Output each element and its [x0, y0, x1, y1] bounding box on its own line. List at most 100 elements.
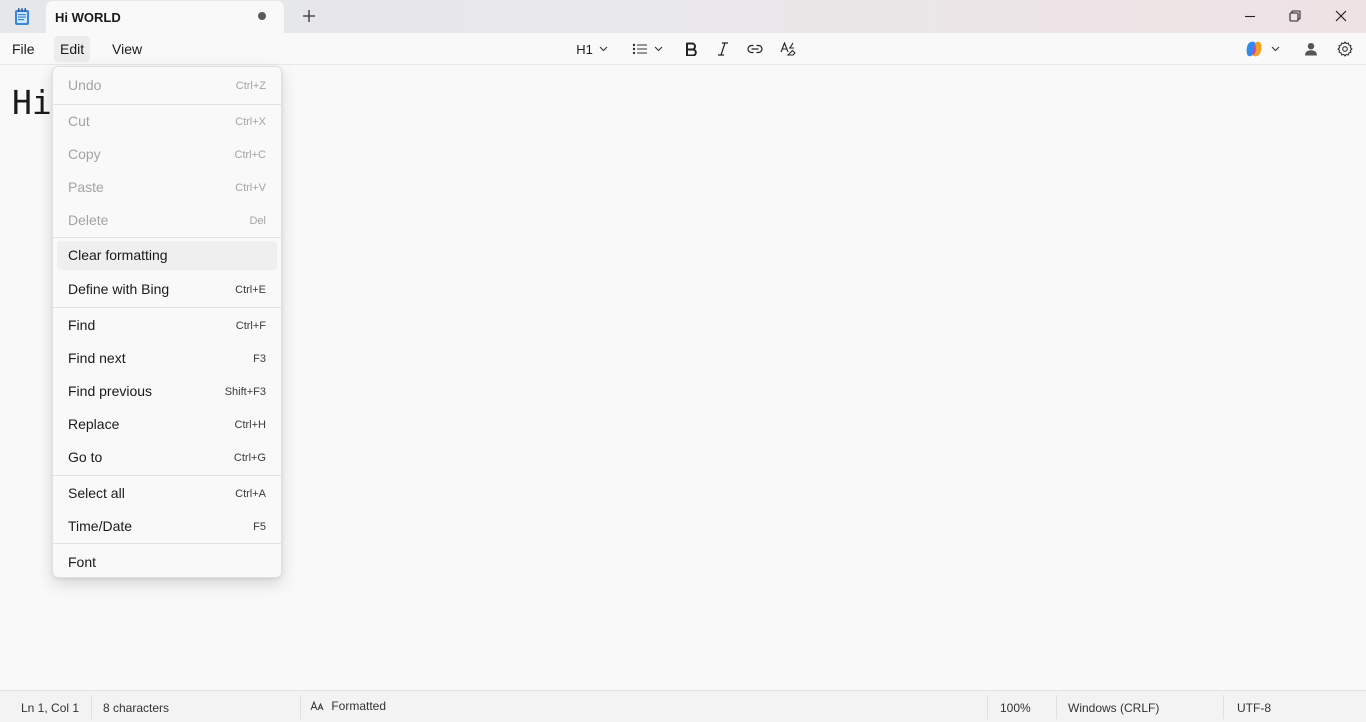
- line-ending[interactable]: Windows (CRLF): [1068, 701, 1159, 715]
- text-format-icon: [310, 700, 324, 711]
- menu-separator: [53, 475, 281, 476]
- account-button[interactable]: [1302, 38, 1320, 60]
- person-icon: [1305, 43, 1317, 56]
- clear-formatting-button[interactable]: [778, 38, 798, 60]
- menu-item-shortcut: Ctrl+E: [235, 284, 266, 296]
- menu-item-label: Copy: [68, 146, 101, 162]
- edit-menu-dropdown: Undo Ctrl+Z Cut Ctrl+X Copy Ctrl+C Paste…: [52, 66, 282, 578]
- menu-item-label: Font: [68, 554, 97, 570]
- menu-bar: File Edit View H1: [0, 33, 1366, 65]
- copilot-icon: [1246, 41, 1261, 57]
- menu-item-undo[interactable]: Undo Ctrl+Z: [57, 71, 277, 100]
- close-icon: [1335, 10, 1347, 22]
- menu-item-label: Time/Date: [68, 518, 133, 534]
- menu-item-label: Define with Bing: [68, 281, 170, 297]
- minimize-icon: [1245, 15, 1255, 18]
- tab-title: Hi WORLD: [55, 10, 121, 25]
- status-separator: [1056, 695, 1057, 719]
- menu-separator: [53, 237, 281, 238]
- document-text[interactable]: Hi: [12, 81, 52, 125]
- menu-item-shortcut: F5: [253, 521, 266, 533]
- chevron-down-icon: [599, 46, 608, 52]
- menu-separator: [53, 543, 281, 544]
- italic-button[interactable]: [714, 38, 732, 60]
- menu-separator: [53, 104, 281, 105]
- menu-item-label: Undo: [68, 77, 102, 93]
- menu-item-find-previous[interactable]: Find previous Shift+F3: [57, 377, 277, 406]
- character-count: 8 characters: [103, 701, 170, 715]
- bulleted-list-icon: [632, 43, 647, 55]
- clear-formatting-icon: [780, 42, 796, 56]
- menu-view[interactable]: View: [106, 36, 148, 62]
- restore-icon: [1289, 10, 1301, 22]
- list-dropdown[interactable]: [628, 38, 666, 60]
- menu-item-go-to[interactable]: Go to Ctrl+G: [57, 443, 277, 472]
- unsaved-dot-icon[interactable]: [258, 12, 266, 20]
- new-tab-button[interactable]: [299, 6, 319, 26]
- heading-label: H1: [576, 41, 593, 57]
- document-tab[interactable]: Hi WORLD: [46, 1, 284, 33]
- status-separator: [300, 695, 301, 719]
- menu-item-shortcut: Ctrl+H: [234, 419, 266, 431]
- cursor-position: Ln 1, Col 1: [21, 701, 80, 715]
- chevron-down-icon: [654, 46, 662, 52]
- menu-item-shortcut: Ctrl+C: [234, 149, 266, 161]
- italic-icon: [718, 42, 728, 56]
- notepad-app-icon: [13, 7, 31, 26]
- minimize-button[interactable]: [1238, 4, 1262, 28]
- menu-item-select-all[interactable]: Select all Ctrl+A: [57, 479, 277, 508]
- menu-item-label: Delete: [68, 212, 109, 228]
- gear-icon: [1337, 41, 1353, 57]
- menu-separator: [53, 307, 281, 308]
- encoding[interactable]: UTF-8: [1237, 701, 1271, 715]
- menu-item-font[interactable]: Font: [57, 548, 277, 577]
- title-bar: Hi WORLD: [0, 0, 1366, 33]
- zoom-level[interactable]: 100%: [1000, 701, 1031, 715]
- formatting-label: Formatted: [331, 699, 387, 713]
- menu-item-label: Find previous: [68, 383, 153, 399]
- status-separator: [91, 695, 92, 719]
- menu-item-time-date[interactable]: Time/Date F5: [57, 512, 277, 541]
- menu-item-delete[interactable]: Delete Del: [57, 206, 277, 235]
- menu-item-label: Go to: [68, 449, 103, 465]
- menu-item-shortcut: Ctrl+V: [235, 182, 266, 194]
- settings-button[interactable]: [1336, 38, 1354, 60]
- menu-item-label: Cut: [68, 113, 90, 129]
- menu-item-find[interactable]: Find Ctrl+F: [57, 311, 277, 340]
- maximize-button[interactable]: [1283, 4, 1307, 28]
- menu-item-paste[interactable]: Paste Ctrl+V: [57, 173, 277, 202]
- menu-item-copy[interactable]: Copy Ctrl+C: [57, 140, 277, 169]
- menu-item-define-with-bing[interactable]: Define with Bing Ctrl+E: [57, 275, 277, 304]
- menu-edit[interactable]: Edit: [54, 36, 91, 62]
- menu-item-shortcut: Shift+F3: [224, 386, 266, 398]
- status-bar: Ln 1, Col 1 8 characters Formatted 100% …: [0, 690, 1366, 722]
- close-button[interactable]: [1329, 4, 1353, 28]
- menu-file[interactable]: File: [6, 36, 41, 62]
- bold-icon: [686, 42, 697, 56]
- menu-item-replace[interactable]: Replace Ctrl+H: [57, 410, 277, 439]
- menu-item-find-next[interactable]: Find next F3: [57, 344, 277, 373]
- link-button[interactable]: [745, 38, 765, 60]
- status-separator: [987, 695, 988, 719]
- menu-item-label: Paste: [68, 179, 104, 195]
- menu-item-label: Find next: [68, 350, 126, 366]
- chevron-down-icon: [1271, 46, 1279, 52]
- link-icon: [747, 44, 763, 54]
- formatting-toggle[interactable]: Formatted: [310, 699, 386, 713]
- menu-item-label: Select all: [68, 485, 125, 501]
- menu-item-shortcut: Del: [249, 215, 266, 227]
- menu-item-clear-formatting[interactable]: Clear formatting: [57, 241, 277, 270]
- menu-item-label: Clear formatting: [68, 247, 168, 263]
- heading-dropdown[interactable]: H1: [572, 38, 612, 60]
- menu-item-label: Replace: [68, 416, 120, 432]
- menu-item-shortcut: Ctrl+A: [235, 488, 266, 500]
- menu-item-label: Find: [68, 317, 96, 333]
- copilot-dropdown[interactable]: [1242, 38, 1282, 60]
- menu-item-shortcut: F3: [253, 353, 266, 365]
- plus-icon: [303, 10, 315, 22]
- menu-item-shortcut: Ctrl+Z: [235, 80, 266, 92]
- menu-item-shortcut: Ctrl+X: [235, 116, 266, 128]
- status-separator: [1223, 695, 1224, 719]
- bold-button[interactable]: [682, 38, 700, 60]
- menu-item-cut[interactable]: Cut Ctrl+X: [57, 107, 277, 136]
